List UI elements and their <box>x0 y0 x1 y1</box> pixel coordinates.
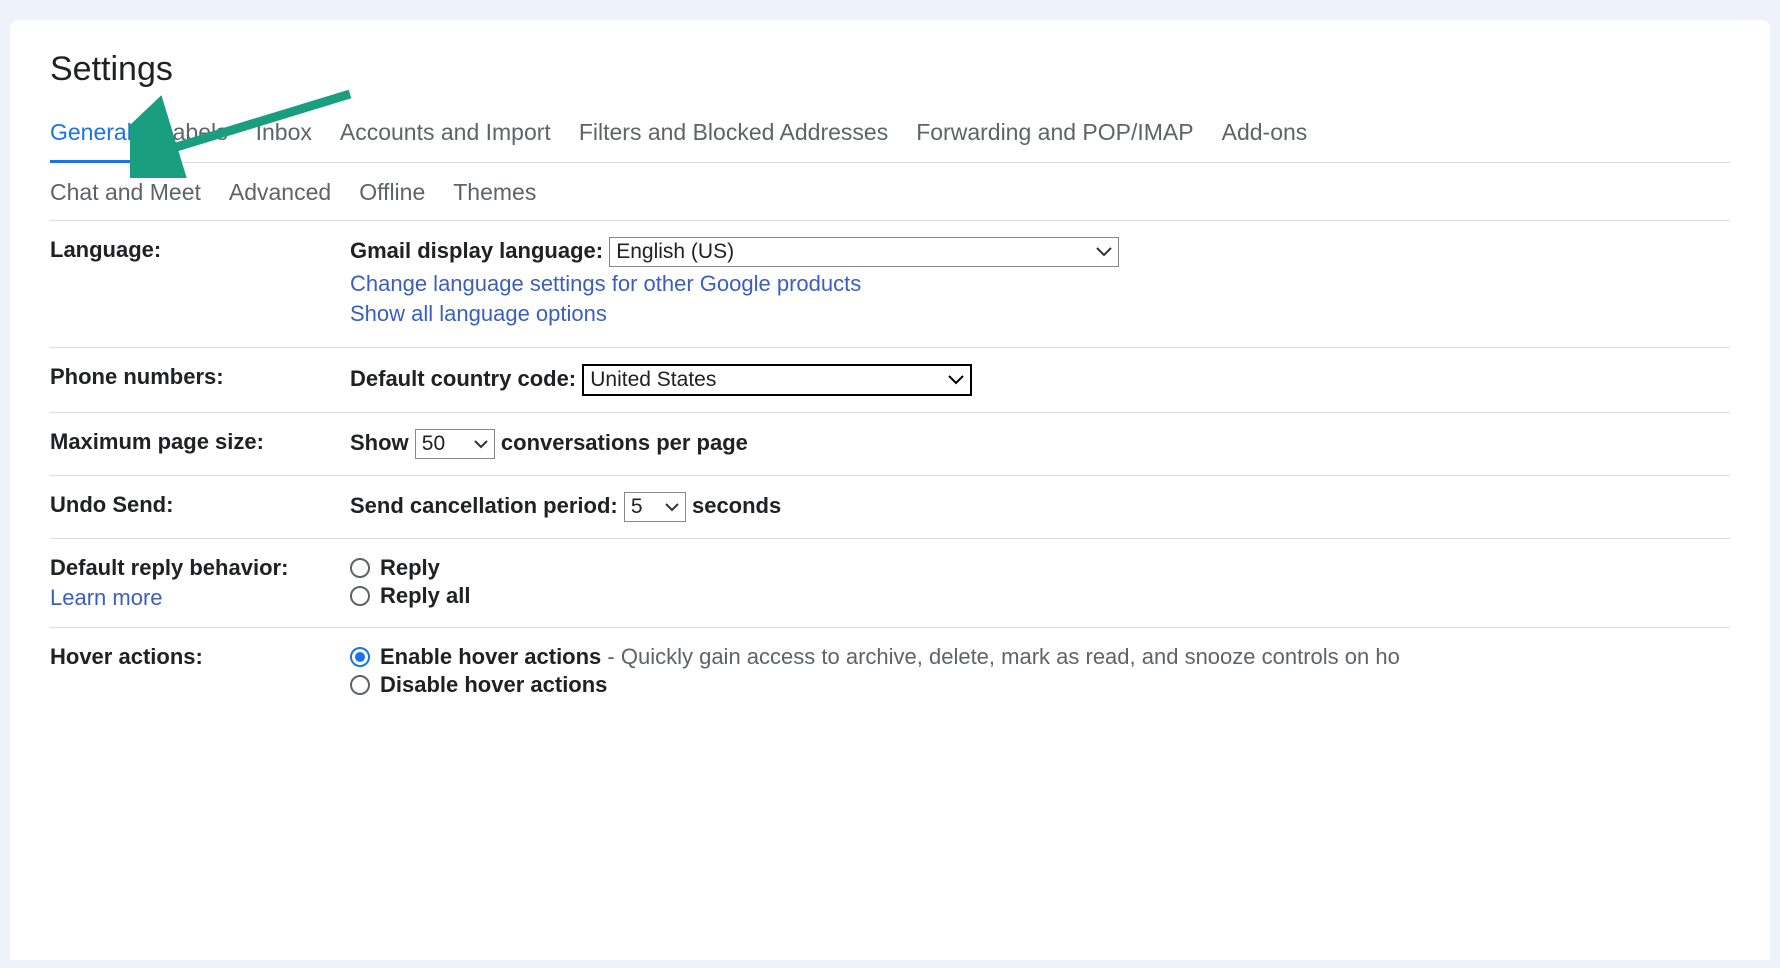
page-size-show: Show <box>350 430 409 455</box>
section-reply-behavior: Default reply behavior: Learn more Reply… <box>50 539 1730 628</box>
tab-labels[interactable]: Labels <box>160 113 228 163</box>
undo-value: 5 <box>631 495 643 519</box>
phone-label: Phone numbers: <box>50 364 350 396</box>
chevron-down-icon <box>474 440 488 449</box>
tab-general[interactable]: General <box>50 113 132 163</box>
page-size-value: 50 <box>422 432 445 456</box>
chevron-down-icon <box>665 503 679 512</box>
section-language: Language: Gmail display language: Englis… <box>50 221 1730 348</box>
tab-themes[interactable]: Themes <box>453 179 536 206</box>
show-all-language-link[interactable]: Show all language options <box>350 301 607 326</box>
page-title: Settings <box>50 50 1730 89</box>
page-size-select[interactable]: 50 <box>415 429 495 459</box>
section-undo-send: Undo Send: Send cancellation period: 5 s… <box>50 476 1730 539</box>
reply-option-reply: Reply <box>380 555 440 581</box>
hover-radio-disable[interactable] <box>350 675 370 695</box>
reply-radio-reply-all[interactable] <box>350 586 370 606</box>
tabs-row-2: Chat and Meet Advanced Offline Themes <box>50 163 1730 221</box>
country-code-value: United States <box>590 368 716 392</box>
tabs-row-1: General Labels Inbox Accounts and Import… <box>50 113 1730 163</box>
section-phone: Phone numbers: Default country code: Uni… <box>50 348 1730 413</box>
reply-learn-more-link[interactable]: Learn more <box>50 585 340 611</box>
language-label: Language: <box>50 237 350 331</box>
display-language-label: Gmail display language: <box>350 238 603 263</box>
hover-enable-label: Enable hover actions <box>380 644 601 669</box>
tab-advanced[interactable]: Advanced <box>229 179 331 206</box>
hover-label: Hover actions: <box>50 644 350 700</box>
change-language-link[interactable]: Change language settings for other Googl… <box>350 271 861 296</box>
undo-prefix: Send cancellation period: <box>350 493 618 518</box>
hover-disable-label: Disable hover actions <box>380 672 607 698</box>
section-page-size: Maximum page size: Show 50 conversations… <box>50 413 1730 476</box>
reply-option-reply-all: Reply all <box>380 583 470 609</box>
hover-enable-desc: - Quickly gain access to archive, delete… <box>601 644 1400 669</box>
tab-offline[interactable]: Offline <box>359 179 425 206</box>
page-size-label: Maximum page size: <box>50 429 350 459</box>
country-code-select[interactable]: United States <box>582 364 972 396</box>
tab-chat-meet[interactable]: Chat and Meet <box>50 179 201 206</box>
settings-page: Settings General Labels Inbox Accounts a… <box>10 20 1770 960</box>
hover-radio-enable[interactable] <box>350 647 370 667</box>
country-code-label: Default country code: <box>350 366 576 391</box>
undo-suffix: seconds <box>692 493 781 518</box>
display-language-value: English (US) <box>616 240 734 264</box>
tab-filters-blocked[interactable]: Filters and Blocked Addresses <box>579 113 888 163</box>
tab-accounts-import[interactable]: Accounts and Import <box>340 113 551 163</box>
page-size-suffix: conversations per page <box>501 430 748 455</box>
tab-forwarding-pop-imap[interactable]: Forwarding and POP/IMAP <box>916 113 1193 163</box>
reply-radio-reply[interactable] <box>350 558 370 578</box>
reply-label: Default reply behavior: <box>50 555 288 580</box>
undo-seconds-select[interactable]: 5 <box>624 492 686 522</box>
tab-inbox[interactable]: Inbox <box>256 113 312 163</box>
tab-addons[interactable]: Add-ons <box>1222 113 1308 163</box>
section-hover-actions: Hover actions: Enable hover actions - Qu… <box>50 628 1730 716</box>
chevron-down-icon <box>1096 247 1112 257</box>
chevron-down-icon <box>948 375 964 385</box>
display-language-select[interactable]: English (US) <box>609 237 1119 267</box>
undo-label: Undo Send: <box>50 492 350 522</box>
